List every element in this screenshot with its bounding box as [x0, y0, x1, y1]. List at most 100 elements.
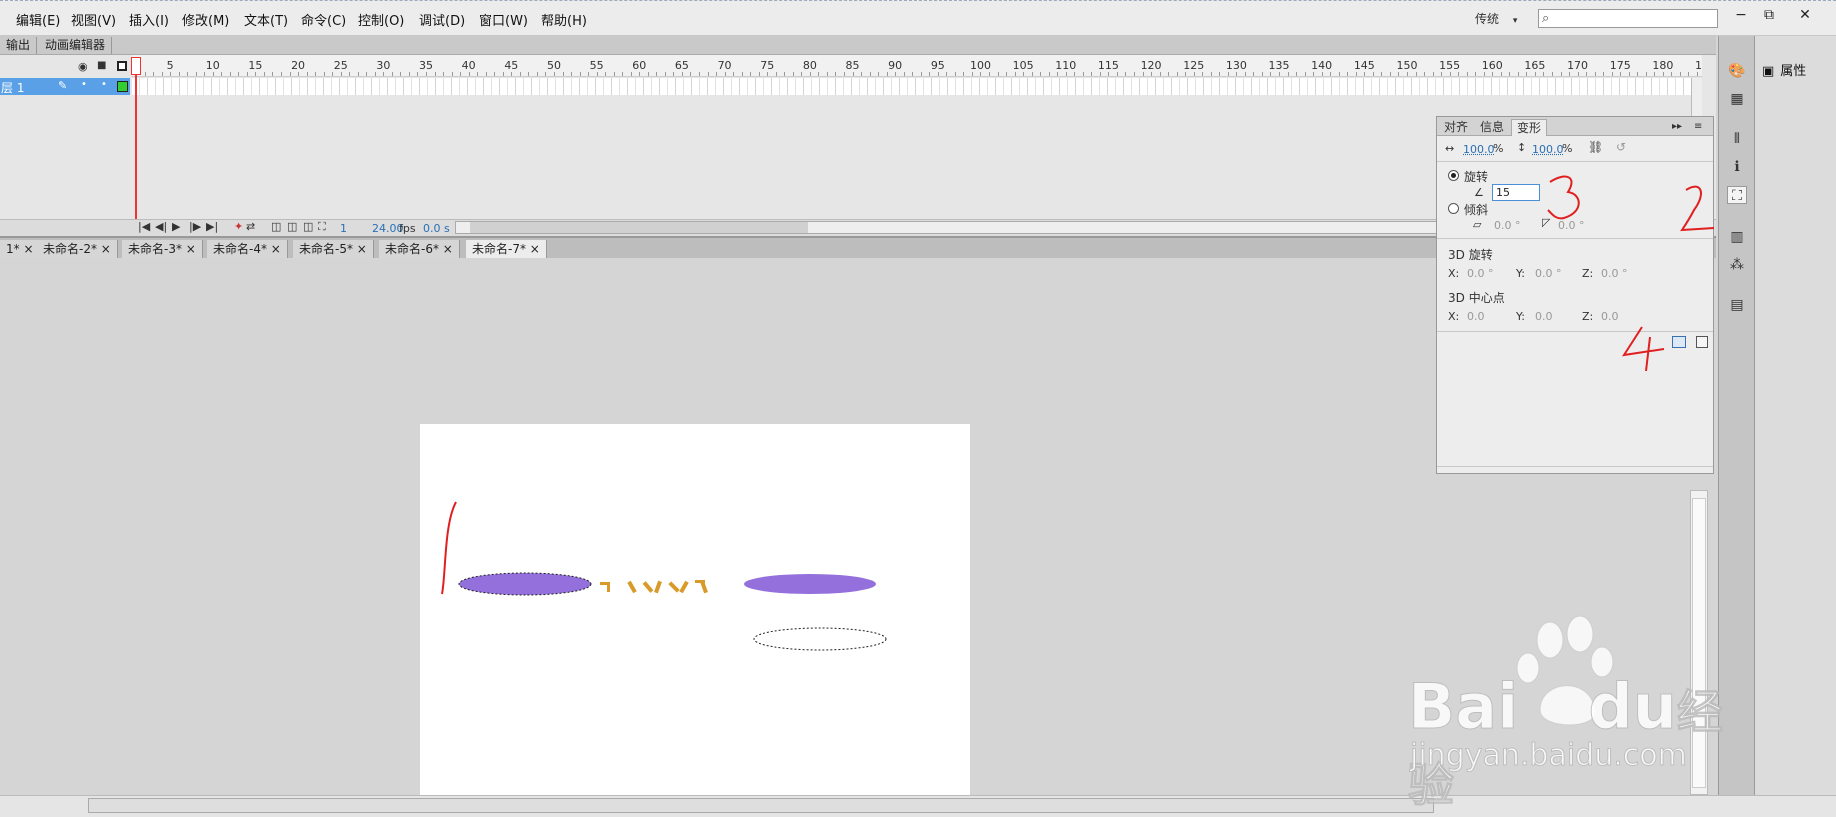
menu-window[interactable]: 窗口(W): [479, 10, 528, 29]
rotate-radio[interactable]: [1448, 170, 1459, 181]
workspace-switcher[interactable]: 传统 ▾: [1475, 10, 1517, 27]
stage-canvas[interactable]: [420, 424, 970, 795]
menu-help[interactable]: 帮助(H): [541, 10, 587, 29]
rot3d-x-value[interactable]: 0.0 °: [1467, 267, 1494, 280]
remove-transform-icon[interactable]: [1696, 336, 1708, 348]
scale-height-value[interactable]: 100.0: [1532, 143, 1564, 156]
menu-control[interactable]: 控制(O): [358, 10, 404, 29]
rot3d-z-value[interactable]: 0.0 °: [1601, 267, 1628, 280]
current-frame[interactable]: 1: [340, 222, 347, 235]
constrain-icon[interactable]: ⛓: [1588, 140, 1603, 154]
frame-row[interactable]: [132, 78, 1702, 95]
scale-width-value[interactable]: 100.0: [1463, 143, 1495, 156]
tab-align[interactable]: 对齐: [1439, 119, 1473, 136]
frame-ruler[interactable]: 1510152025303540455055606570758085909510…: [132, 55, 1702, 77]
ruler-tick: [1347, 72, 1349, 76]
c3d-y-value[interactable]: 0.0: [1535, 310, 1553, 323]
panel-resize-grip[interactable]: [1437, 466, 1713, 467]
watermark-mid: du: [1588, 670, 1678, 744]
ruler-tick: [1628, 72, 1630, 76]
loop-icon[interactable]: ⇄: [246, 220, 255, 233]
ruler-tick: [1261, 72, 1263, 76]
menu-text[interactable]: 文本(T): [244, 10, 288, 29]
menu-view[interactable]: 视图(V): [71, 10, 116, 29]
ruler-tick-label: 35: [419, 59, 434, 72]
onion-outline-icon[interactable]: ◫: [287, 220, 297, 233]
transform-icon[interactable]: ⛶: [1727, 186, 1747, 204]
first-frame-icon[interactable]: |◀: [138, 220, 150, 233]
search-input[interactable]: ⌕: [1538, 9, 1718, 28]
minimize-button[interactable]: −: [1726, 4, 1756, 26]
menu-commands[interactable]: 命令(C): [301, 10, 346, 29]
swatches-icon[interactable]: ▦: [1727, 90, 1747, 108]
outline-icon[interactable]: [117, 61, 127, 71]
panel-menu-icon[interactable]: ≡: [1689, 119, 1707, 136]
menu-edit[interactable]: 编辑(E): [16, 10, 60, 29]
tab-motion-editor[interactable]: 动画编辑器: [39, 37, 113, 54]
ruler-tick: [170, 72, 172, 76]
onion-markers-icon[interactable]: ⛶: [318, 220, 326, 234]
rot3d-y-value[interactable]: 0.0 °: [1535, 267, 1562, 280]
tab-transform[interactable]: 变形: [1511, 119, 1548, 136]
doc-tab-5[interactable]: 未命名-5* ×: [293, 240, 374, 259]
ruler-tick: [161, 72, 163, 76]
c3d-z-value[interactable]: 0.0: [1601, 310, 1619, 323]
layer-color-swatch[interactable]: [117, 81, 128, 92]
onion-skin-icon[interactable]: ◫: [271, 220, 281, 233]
eye-icon[interactable]: ◉: [78, 60, 88, 73]
ruler-tick-label: 30: [376, 59, 391, 72]
doc-tab-6[interactable]: 未命名-6* ×: [379, 240, 460, 259]
timeline-hscroll-thumb[interactable]: [470, 222, 808, 233]
stage-hscroll-thumb[interactable]: [88, 798, 1434, 813]
skew-h-value[interactable]: 0.0 °: [1494, 219, 1521, 232]
skew-radio[interactable]: [1448, 203, 1459, 214]
doc-tab-7[interactable]: 未命名-7* ×: [466, 240, 547, 259]
menu-insert[interactable]: 插入(I): [129, 10, 169, 29]
properties-button[interactable]: ▣ 属性: [1762, 60, 1806, 79]
ruler-tick: [1364, 72, 1366, 76]
color-icon[interactable]: 🎨: [1727, 62, 1747, 80]
last-frame-icon[interactable]: ▶|: [206, 220, 218, 233]
c3d-x-value[interactable]: 0.0: [1467, 310, 1485, 323]
center-frame-icon[interactable]: ✦: [234, 220, 243, 233]
tab-output[interactable]: 输出: [0, 37, 38, 54]
restore-button[interactable]: ⧉: [1754, 4, 1784, 26]
duplicate-transform-icon[interactable]: [1672, 336, 1686, 348]
collapse-icon[interactable]: ▸▸: [1667, 119, 1687, 136]
prev-frame-icon[interactable]: ◀|: [155, 220, 167, 233]
ruler-tick: [1492, 72, 1494, 76]
play-icon[interactable]: ▶: [172, 220, 180, 233]
playhead-handle[interactable]: [131, 57, 141, 75]
lock-dot[interactable]: •: [101, 79, 107, 90]
rotate-input[interactable]: 15: [1492, 184, 1540, 201]
info-icon[interactable]: ℹ: [1727, 158, 1747, 176]
reset-icon[interactable]: ↺: [1616, 140, 1626, 154]
visibility-dot[interactable]: •: [81, 79, 87, 90]
ruler-tick: [1125, 72, 1127, 76]
ruler-tick: [408, 72, 410, 76]
movie-explorer-icon[interactable]: ▤: [1727, 296, 1747, 314]
ruler-tick: [1048, 72, 1050, 76]
playhead[interactable]: [135, 57, 137, 235]
tab-info[interactable]: 信息: [1475, 119, 1509, 136]
doc-tab-2[interactable]: 未命名-2* ×: [37, 240, 118, 259]
edit-frames-icon[interactable]: ◫: [303, 220, 313, 233]
ruler-tick: [340, 72, 342, 76]
menu-debug[interactable]: 调试(D): [419, 10, 465, 29]
next-frame-icon[interactable]: |▶: [189, 220, 201, 233]
ruler-tick: [1500, 72, 1502, 76]
menu-modify[interactable]: 修改(M): [182, 10, 229, 29]
doc-tab-3[interactable]: 未命名-3* ×: [122, 240, 203, 259]
lock-icon[interactable]: ■: [97, 60, 106, 71]
ruler-tick-label: 120: [1140, 59, 1162, 72]
components-icon[interactable]: ⁂: [1727, 256, 1747, 274]
close-button[interactable]: ✕: [1790, 4, 1820, 26]
close-icon: ×: [270, 242, 281, 256]
doc-tab-1[interactable]: 1* ×: [0, 240, 41, 259]
align-icon[interactable]: ⫴: [1727, 130, 1747, 148]
ruler-tick: [1151, 72, 1153, 76]
close-icon: ×: [442, 242, 453, 256]
library-icon[interactable]: ▥: [1727, 228, 1747, 246]
ruler-tick: [724, 72, 726, 76]
doc-tab-4[interactable]: 未命名-4* ×: [207, 240, 288, 259]
